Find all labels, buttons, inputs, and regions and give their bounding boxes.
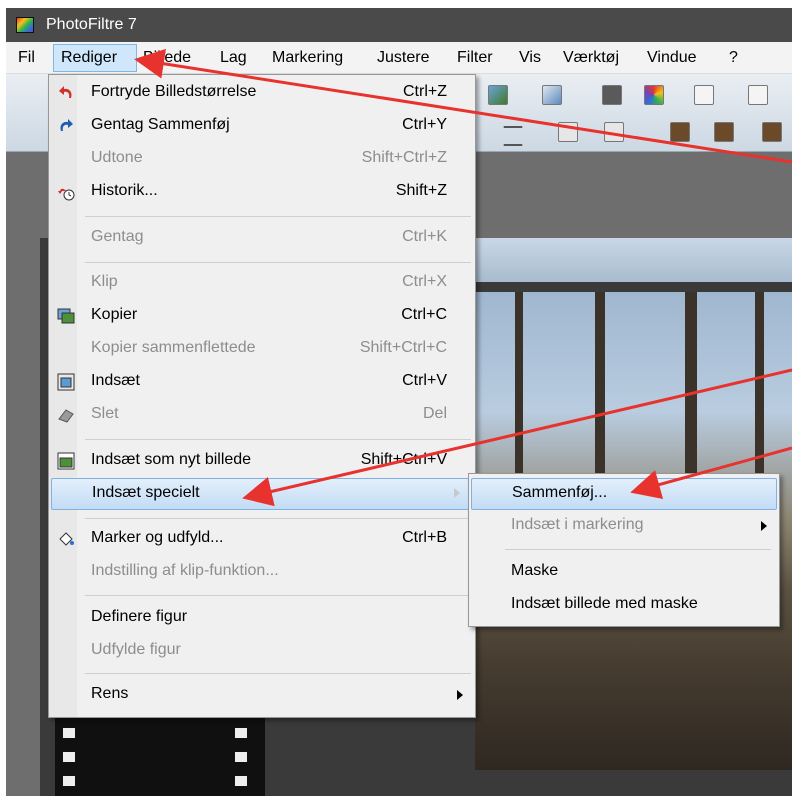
image-copy-icon[interactable] [542, 85, 562, 105]
filmstrip-thumbnail[interactable] [55, 718, 265, 796]
menu-item-redo[interactable]: Gentag Sammenføj Ctrl+Y [51, 112, 473, 142]
menu-vaerktoej[interactable]: Værktøj [563, 49, 619, 67]
menu-item-repeat[interactable]: Gentag Ctrl+K [51, 224, 473, 254]
menu-filter[interactable]: Filter [457, 49, 493, 67]
film-hole [63, 752, 75, 762]
menu-fil[interactable]: Fil [18, 49, 35, 67]
contrast-auto-icon[interactable] [604, 122, 624, 142]
submenu-arrow-icon [761, 521, 767, 531]
menu-lag[interactable]: Lag [220, 49, 247, 67]
lines-icon[interactable] [503, 126, 523, 146]
submenu-arrow-icon [454, 488, 460, 498]
submenu-item-mask[interactable]: Maske [471, 558, 777, 588]
menu-item-history[interactable]: Historik... Shift+Z [51, 178, 473, 208]
menu-separator [85, 439, 471, 440]
tree-trunk [595, 292, 605, 492]
menu-bar: Fil Rediger Billede Lag Markering Juster… [6, 42, 792, 74]
menu-help[interactable]: ? [729, 49, 738, 67]
menu-item-cut[interactable]: Klip Ctrl+X [51, 269, 473, 299]
film-hole [63, 728, 75, 738]
tree-trunk [515, 292, 523, 482]
film-hole [235, 776, 247, 786]
eraser-icon [58, 409, 74, 423]
menu-item-select-fill[interactable]: Marker og udfyld... Ctrl+B [51, 525, 473, 555]
undo-icon [59, 86, 72, 98]
copy-icon [57, 308, 75, 324]
menu-separator [85, 262, 471, 263]
menu-item-paste[interactable]: Indsæt Ctrl+V [51, 368, 473, 398]
menu-vis[interactable]: Vis [519, 49, 541, 67]
tree-trunk [685, 292, 697, 502]
walk-icon[interactable] [748, 85, 768, 105]
menu-item-paste-as-new[interactable]: Indsæt som nyt billede Shift+Ctrl+V [51, 447, 473, 477]
menu-item-undo[interactable]: Fortryde Billedstørrelse Ctrl+Z [51, 79, 473, 109]
paste-special-submenu: Sammenføj... Indsæt i markering Maske In… [468, 473, 780, 627]
menu-item-copy[interactable]: Kopier Ctrl+C [51, 302, 473, 332]
title-bar: PhotoFiltre 7 [6, 8, 792, 42]
menu-item-purge[interactable]: Rens [51, 681, 473, 711]
paste-icon [57, 373, 75, 391]
menu-item-clip-settings[interactable]: Indstilling af klip-funktion... [51, 558, 473, 588]
gray-square-icon[interactable] [602, 85, 622, 105]
menu-rediger[interactable]: Rediger [61, 49, 117, 67]
menu-separator [85, 673, 471, 674]
paste-new-image-icon [57, 452, 75, 470]
menu-separator [85, 595, 471, 596]
window-title: PhotoFiltre 7 [46, 16, 137, 33]
grid-alt-icon[interactable] [714, 122, 734, 142]
edit-menu: Fortryde Billedstørrelse Ctrl+Z Gentag S… [48, 74, 476, 718]
menu-separator [505, 549, 771, 550]
menu-separator [85, 216, 471, 217]
film-hole [63, 776, 75, 786]
image-icon[interactable] [488, 85, 508, 105]
menu-vindue[interactable]: Vindue [647, 49, 697, 67]
color-grid-icon[interactable] [644, 85, 664, 105]
submenu-arrow-icon [457, 690, 463, 700]
figure-icon[interactable] [694, 85, 714, 105]
tree-trunk [755, 292, 764, 482]
film-hole [235, 752, 247, 762]
gamma-auto-icon[interactable] [558, 122, 578, 142]
submenu-item-paste-image-with-mask[interactable]: Indsæt billede med maske [471, 591, 777, 621]
document-header [450, 238, 792, 282]
submenu-item-merge[interactable]: Sammenføj... [471, 478, 777, 510]
history-icon [58, 188, 75, 201]
menu-item-paste-special[interactable]: Indsæt specielt [51, 478, 471, 510]
menu-separator [85, 518, 471, 519]
screenshot-root: PhotoFiltre 7 Fil Rediger Billede Lag Ma… [0, 0, 792, 796]
menu-item-fill-shape[interactable]: Udfylde figur [51, 637, 473, 667]
menu-markering[interactable]: Markering [272, 49, 343, 67]
redo-icon [60, 119, 73, 131]
submenu-item-paste-into-selection[interactable]: Indsæt i markering [471, 512, 777, 542]
grid-icon[interactable] [670, 122, 690, 142]
fill-bucket-icon [59, 532, 74, 546]
menu-item-define-shape[interactable]: Definere figur [51, 604, 473, 634]
menu-justere[interactable]: Justere [377, 49, 429, 67]
photofiltre-app-icon [16, 17, 34, 33]
grid-third-icon[interactable] [762, 122, 782, 142]
menu-billede[interactable]: Billede [143, 49, 191, 67]
film-hole [235, 728, 247, 738]
menu-item-copy-merged[interactable]: Kopier sammenflettede Shift+Ctrl+C [51, 335, 473, 365]
menu-item-fade[interactable]: Udtone Shift+Ctrl+Z [51, 145, 473, 175]
menu-item-delete[interactable]: Slet Del [51, 401, 473, 431]
